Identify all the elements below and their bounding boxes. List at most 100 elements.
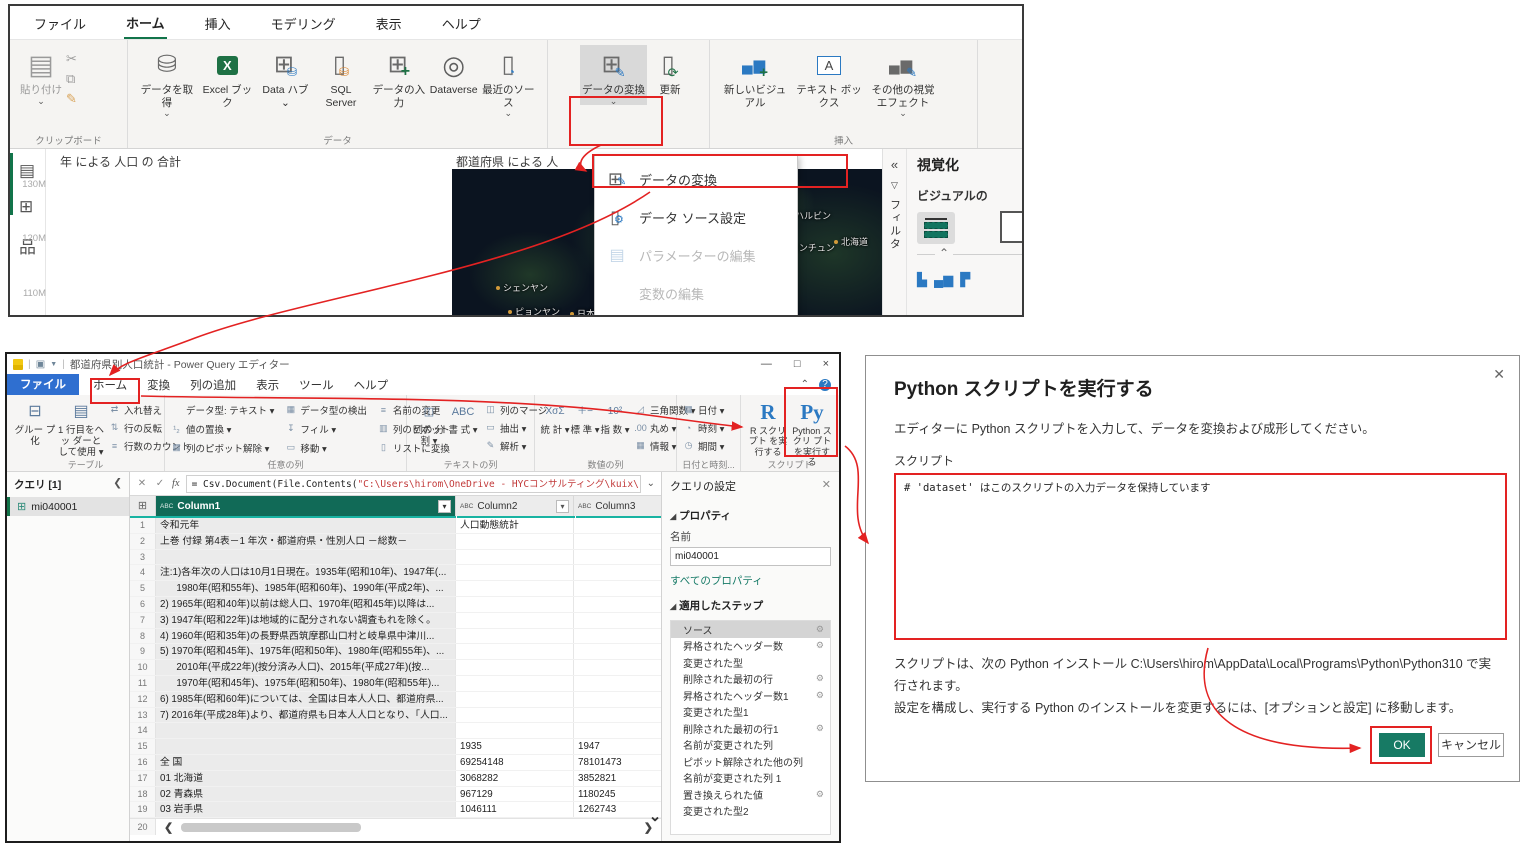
pq-ribbon-button[interactable]: ＋− 標 準 ▾	[570, 398, 600, 459]
table-row[interactable]: 17 01 北海道 3068282 3852821	[130, 771, 661, 787]
pq-menu-tab[interactable]: 表示	[246, 374, 289, 396]
collapse-panel-icon[interactable]: «	[891, 157, 898, 172]
table-row[interactable]: 7 3) 1947年(昭和22年)は地域的に配分されない調査もれを除く。	[130, 613, 661, 629]
table-row[interactable]: 1 令和元年 人口動態統計	[130, 518, 661, 534]
pq-ribbon-button[interactable]: ◫ 列の 分割 ▾	[412, 398, 446, 459]
step-settings-gear-icon[interactable]: ⚙	[816, 624, 824, 635]
pq-ribbon-small-button[interactable]: データ型: テキスト ▾	[170, 402, 274, 417]
pq-ribbon-button[interactable]: ▤ 1 行目をヘッ ダーとして使用 ▾	[58, 398, 104, 459]
applied-step-item[interactable]: 変更された型 ⚙	[671, 654, 830, 671]
view-icon[interactable]: ▤	[19, 161, 36, 181]
table-row[interactable]: 16 全 国 69254148 78101473	[130, 755, 661, 771]
pq-menu-tab[interactable]: ホーム	[83, 374, 137, 396]
filter-dropdown-icon[interactable]: ▾	[556, 500, 569, 513]
pq-ribbon-small-button[interactable]: ▦日付 ▾	[682, 402, 724, 417]
applied-step-item[interactable]: 名前が変更された列 1 ⚙	[671, 770, 830, 787]
dropdown-menu-item[interactable]: データの変換	[595, 160, 797, 198]
commit-formula-icon[interactable]: ✓	[154, 478, 166, 489]
table-row[interactable]: 6 2) 1965年(昭和40年)以前は総人口、1970年(昭和45年)以降は.…	[130, 597, 661, 613]
ribbon-button[interactable]: 最近のソース ⌄	[478, 45, 539, 117]
step-settings-gear-icon[interactable]: ⚙	[816, 789, 824, 800]
ribbon-button[interactable]: SQL Server ⌄	[314, 45, 368, 117]
table-row[interactable]: 2 上巻 付録 第4表－1 年次・都道府県・性別人口 －総数－	[130, 534, 661, 550]
ribbon-tab[interactable]: 表示	[374, 7, 404, 38]
dropdown-menu-item[interactable]: 変数の編集	[595, 274, 797, 312]
script-editor[interactable]: # 'dataset' はこのスクリプトの入力データを保持しています	[894, 473, 1507, 640]
applied-step-item[interactable]: 削除された最初の行1 ⚙	[671, 720, 830, 737]
query-list-item[interactable]: ⊞ mi040001	[7, 497, 129, 516]
pq-script-button[interactable]: R R スクリプト を実行する	[746, 398, 790, 459]
table-row[interactable]: 8 4) 1960年(昭和35年)の長野県西筑摩郡山口村と岐阜県中津川...	[130, 629, 661, 645]
table-row[interactable]: 9 5) 1970年(昭和45年)、1975年(昭和50年)、1980年(昭和5…	[130, 644, 661, 660]
formula-input[interactable]: = Csv.Document(File.Contents("C:\Users\h…	[186, 475, 641, 493]
ribbon-button[interactable]: その他の視覚エフェクト ⌄	[866, 45, 940, 117]
filters-pane-label[interactable]: フィルタ	[887, 199, 903, 251]
ribbon-button[interactable]: Excel ブック ⌄	[198, 45, 257, 117]
pq-menu-tab[interactable]: ファイル	[7, 374, 79, 395]
filter-dropdown-icon[interactable]: ▾	[438, 500, 451, 513]
save-icon[interactable]: ▣	[36, 359, 45, 370]
expand-formula-icon[interactable]: ⌄	[647, 478, 655, 489]
stacked-chart-visual-icon[interactable]: ▛	[960, 272, 970, 288]
pq-ribbon-small-button[interactable]: ▦列のピボット解除 ▾	[170, 440, 274, 455]
pq-ribbon-small-button[interactable]: ¹₂値の置換 ▾	[170, 421, 274, 436]
ribbon-button[interactable]: Dataverse ⌄	[430, 45, 478, 117]
pq-ribbon-small-button[interactable]: ▦データ型の検出	[284, 402, 367, 417]
query-name-input[interactable]	[670, 547, 831, 566]
ribbon-tab[interactable]: モデリング	[269, 7, 338, 38]
help-icon[interactable]: ?	[819, 379, 831, 391]
table-visual-button[interactable]	[917, 212, 955, 244]
window-control-icon[interactable]: ×	[823, 358, 829, 370]
pq-ribbon-button[interactable]: 10² 指 数 ▾	[600, 398, 630, 459]
ok-button[interactable]: OK	[1379, 733, 1425, 757]
table-row[interactable]: 15 1935 1947	[130, 739, 661, 755]
collapse-ribbon-icon[interactable]: ⌃	[801, 379, 809, 390]
paste-button[interactable]: 貼り付け ⌄	[18, 45, 64, 105]
all-properties-link[interactable]: すべてのプロパティ	[670, 573, 831, 588]
ribbon-tab[interactable]: ファイル	[32, 7, 88, 38]
format-painter-icon[interactable]: ✎	[66, 91, 77, 107]
panel-expander[interactable]	[917, 254, 1022, 262]
window-control-icon[interactable]: —	[761, 358, 772, 370]
column-header-2[interactable]: ABC Column2 ▾	[456, 496, 574, 516]
ribbon-button[interactable]: データを取得 ⌄	[136, 45, 198, 117]
table-row[interactable]: 3	[130, 550, 661, 566]
table-row[interactable]: 4 注:1)各年次の人口は10月1日現在。1935年(昭和10年)、1947年(…	[130, 565, 661, 581]
window-control-icon[interactable]: □	[794, 358, 801, 370]
view-icon[interactable]: ⊞	[19, 197, 36, 217]
ribbon-tab[interactable]: ヘルプ	[440, 7, 483, 38]
table-row[interactable]: 12 6) 1985年(昭和60年)については、全国は日本人人口、都道府県...	[130, 692, 661, 708]
applied-step-item[interactable]: ピボット解除された他の列 ⚙	[671, 753, 830, 770]
vertical-scrollbar[interactable]: ⌄	[649, 518, 661, 823]
ribbon-button[interactable]: 新しいビジュアル ⌄	[718, 45, 792, 117]
population-line-chart[interactable]	[46, 295, 452, 317]
pq-script-button[interactable]: Py Python スクリ プトを実行する	[790, 398, 834, 459]
pq-ribbon-button[interactable]: XσΣ 統 計 ▾	[540, 398, 570, 459]
applied-step-item[interactable]: 昇格されたヘッダー数1 ⚙	[671, 687, 830, 704]
collapse-queries-icon[interactable]: ❮	[113, 477, 122, 492]
pq-menu-tab[interactable]: ツール	[289, 374, 344, 396]
table-corner-button[interactable]: ⊞	[130, 496, 156, 516]
pq-ribbon-small-button[interactable]: ▭移動 ▾	[284, 440, 367, 455]
applied-step-item[interactable]: 置き換えられた値 ⚙	[671, 786, 830, 803]
pq-ribbon-small-button[interactable]: ◔時刻 ▾	[682, 420, 724, 435]
horizontal-scrollbar[interactable]: 20 ❮ ❯	[130, 818, 661, 835]
chevron-down-icon[interactable]: ▼	[50, 361, 57, 368]
copy-icon[interactable]: ⧉	[66, 71, 77, 87]
pq-ribbon-button[interactable]: ⊟ グルー プ化	[12, 398, 58, 459]
step-settings-gear-icon[interactable]: ⚙	[816, 673, 824, 684]
pq-menu-tab[interactable]: 列の追加	[180, 374, 246, 396]
table-row[interactable]: 5 1980年(昭和55年)、1985年(昭和60年)、1990年(平成2年)、…	[130, 581, 661, 597]
step-settings-gear-icon[interactable]: ⚙	[816, 640, 824, 651]
pq-ribbon-small-button[interactable]: ↧フィル ▾	[284, 421, 367, 436]
pq-menu-tab[interactable]: 変換	[137, 374, 180, 396]
dropdown-menu-item[interactable]: パラメーターの編集	[595, 236, 797, 274]
applied-step-item[interactable]: ソース ⚙	[671, 621, 830, 638]
column-header-1[interactable]: ABC Column1 ▾	[156, 496, 456, 516]
applied-step-item[interactable]: 名前が変更された列 ⚙	[671, 737, 830, 754]
pq-ribbon-button[interactable]: ABC 書 式 ▾	[446, 398, 480, 459]
ribbon-button[interactable]: テキスト ボックス ⌄	[792, 45, 866, 117]
ribbon-button[interactable]: Data ハブ ⌄ ⌄	[257, 45, 314, 117]
dropdown-menu-item[interactable]: データ ソース設定	[595, 198, 797, 236]
step-settings-gear-icon[interactable]: ⚙	[816, 723, 824, 734]
